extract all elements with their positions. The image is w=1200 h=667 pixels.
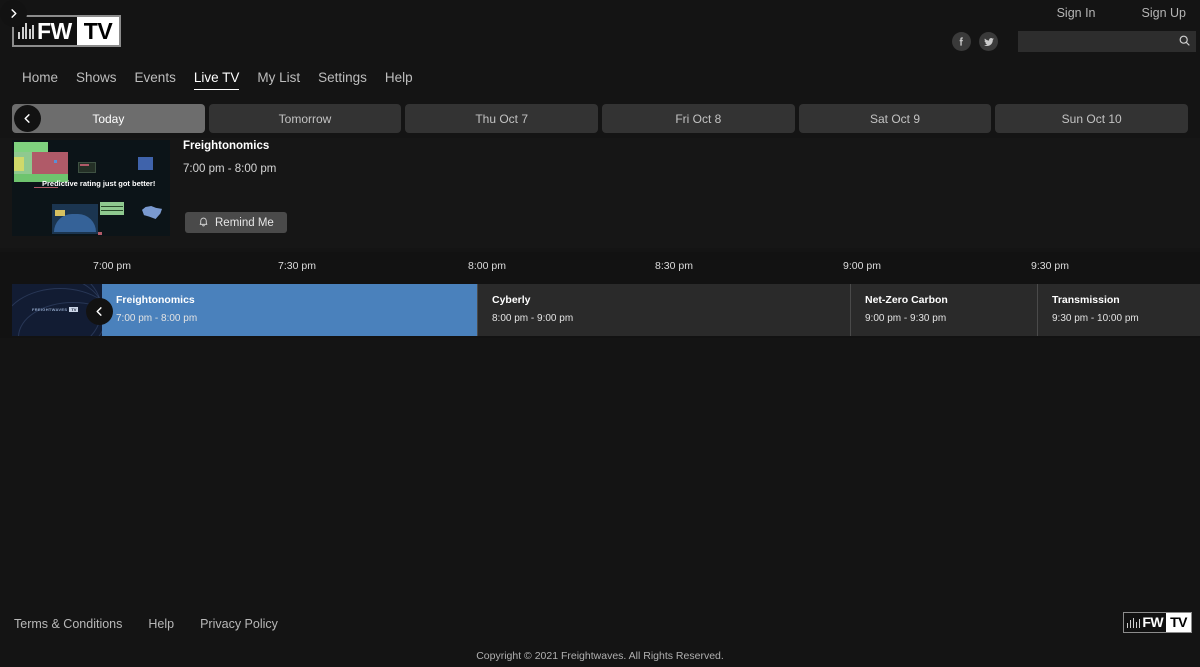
thumb-chart-block — [14, 157, 24, 171]
nav-item-home[interactable]: Home — [13, 68, 67, 87]
program-title: Net-Zero Carbon — [865, 294, 948, 306]
remind-me-label: Remind Me — [215, 216, 274, 229]
barcode-icon — [18, 23, 34, 39]
day-tab-sun-oct-10[interactable]: Sun Oct 10 — [995, 104, 1189, 133]
thumb-panel-tag — [55, 210, 65, 216]
footer-link-terms-conditions[interactable]: Terms & Conditions — [10, 615, 126, 633]
schedule-row: FREIGHTWAVES TV Freightonomics 7:00 pm - … — [0, 282, 1200, 338]
nav-item-events[interactable]: Events — [126, 68, 185, 87]
timeline-tick: 9:30 pm — [1031, 260, 1069, 272]
twitter-icon[interactable] — [979, 32, 998, 51]
featured-title: Freightonomics — [183, 140, 270, 152]
program-title: Cyberly — [492, 294, 531, 306]
nav-item-my-list[interactable]: My List — [248, 68, 309, 87]
remind-me-button[interactable]: Remind Me — [185, 212, 287, 233]
day-tab-label: Sat Oct 9 — [870, 111, 921, 126]
day-tabs-prev-button[interactable] — [14, 105, 41, 132]
nav-item-shows[interactable]: Shows — [67, 68, 126, 87]
sign-up-link[interactable]: Sign Up — [1136, 3, 1192, 23]
main-navigation: Home Shows Events Live TV My List Settings Hel… — [0, 62, 1200, 92]
bell-icon — [198, 216, 209, 230]
channel-logo-wordmark: FREIGHTWAVES TV — [32, 307, 79, 312]
day-tab-label: Thu Oct 7 — [475, 111, 529, 126]
day-tabs: Today Tomorrow Thu Oct 7 Fri Oct 8 Sat Oct 9… — [12, 104, 1189, 133]
program-block[interactable]: Cyberly 8:00 pm - 9:00 pm — [477, 284, 850, 336]
day-tab-tomorrow[interactable]: Tomorrow — [208, 104, 402, 133]
thumb-green-card-line — [101, 206, 123, 207]
program-title: Transmission — [1052, 294, 1120, 306]
nav-item-settings[interactable]: Settings — [309, 68, 376, 87]
featured-time: 7:00 pm - 8:00 pm — [183, 163, 277, 175]
search-input[interactable] — [1018, 31, 1196, 52]
program-time: 9:00 pm - 9:30 pm — [865, 313, 947, 324]
schedule-prev-button[interactable] — [86, 298, 113, 325]
timeline-tick: 7:30 pm — [278, 260, 316, 272]
site-logo[interactable]: FW TV — [12, 15, 122, 47]
day-tab-label: Today — [92, 111, 125, 126]
thumb-chart-block — [32, 152, 68, 174]
program-time: 9:30 pm - 10:00 pm — [1052, 313, 1139, 324]
thumb-green-card-line — [101, 210, 123, 211]
thumb-small-card — [80, 164, 89, 166]
day-tab-label: Fri Oct 8 — [675, 111, 722, 126]
channel-logo-text: FREIGHTWAVES — [32, 307, 68, 312]
thumb-blue-square — [138, 157, 153, 170]
auth-links: Sign In Sign Up — [1051, 3, 1192, 23]
sign-in-link[interactable]: Sign In — [1051, 3, 1102, 23]
program-time: 7:00 pm - 8:00 pm — [116, 313, 198, 324]
day-tab-label: Tomorrow — [278, 111, 332, 126]
featured-info: Freightonomics 7:00 pm - 8:00 pm — [183, 140, 276, 175]
thumb-green-card — [100, 202, 124, 215]
footer: Terms & Conditions Help Privacy Policy FW … — [0, 605, 1200, 667]
search-icon[interactable] — [1178, 34, 1191, 52]
logo-tv-text: TV — [76, 17, 120, 45]
program-title: Freightonomics — [116, 294, 195, 306]
featured-thumbnail-tagline: Predictive rating just got better! — [42, 179, 156, 188]
facebook-icon[interactable] — [952, 32, 971, 51]
nav-item-help[interactable]: Help — [376, 68, 422, 87]
search-box[interactable] — [1018, 31, 1196, 52]
footer-logo-fw-text: FW — [1142, 614, 1164, 630]
nav-item-live-tv[interactable]: Live TV — [185, 68, 249, 90]
logo-fw-text: FW — [37, 18, 72, 44]
thumb-us-map-icon — [142, 206, 162, 219]
schedule-next-button[interactable] — [0, 0, 27, 27]
timeline-tick: 8:30 pm — [655, 260, 693, 272]
program-block[interactable]: Freightonomics 7:00 pm - 8:00 pm — [102, 284, 477, 336]
timeline-ruler: 7:00 pm 7:30 pm 8:00 pm 8:30 pm 9:00 pm 9:30 … — [0, 252, 1200, 282]
day-tab-sat-oct-9[interactable]: Sat Oct 9 — [798, 104, 992, 133]
footer-logo-tv-text: TV — [1166, 613, 1191, 632]
footer-link-privacy-policy[interactable]: Privacy Policy — [196, 615, 282, 633]
footer-link-help[interactable]: Help — [144, 615, 178, 633]
program-block[interactable]: Transmission 9:30 pm - 10:00 pm — [1037, 284, 1200, 336]
day-tab-label: Sun Oct 10 — [1061, 111, 1122, 126]
copyright-text: Copyright © 2021 Freightwaves. All Right… — [476, 650, 724, 662]
footer-logo-mark: FW — [1123, 613, 1167, 632]
thumb-dot — [54, 160, 57, 163]
footer-links: Terms & Conditions Help Privacy Policy — [10, 615, 282, 633]
timeline-tick: 8:00 pm — [468, 260, 506, 272]
day-tab-fri-oct-8[interactable]: Fri Oct 8 — [602, 104, 795, 133]
thumb-dot — [98, 232, 102, 235]
barcode-icon — [1126, 617, 1141, 628]
program-time: 8:00 pm - 9:00 pm — [492, 313, 574, 324]
footer-logo[interactable]: FW TV — [1122, 612, 1192, 633]
timeline-tick: 9:00 pm — [843, 260, 881, 272]
timeline-tick: 7:00 pm — [93, 260, 131, 272]
program-block[interactable]: Net-Zero Carbon 9:00 pm - 9:30 pm — [850, 284, 1037, 336]
thumb-chart-block — [14, 142, 48, 152]
day-tab-thu-oct-7[interactable]: Thu Oct 7 — [405, 104, 599, 133]
channel-logo-badge: TV — [69, 307, 79, 312]
featured-thumbnail[interactable]: Predictive rating just got better! — [12, 140, 170, 236]
top-bar: FW TV Sign In Sign Up — [0, 0, 1200, 62]
utility-row — [952, 31, 1196, 52]
featured-program-panel: Predictive rating just got better! Freig… — [0, 138, 1200, 248]
